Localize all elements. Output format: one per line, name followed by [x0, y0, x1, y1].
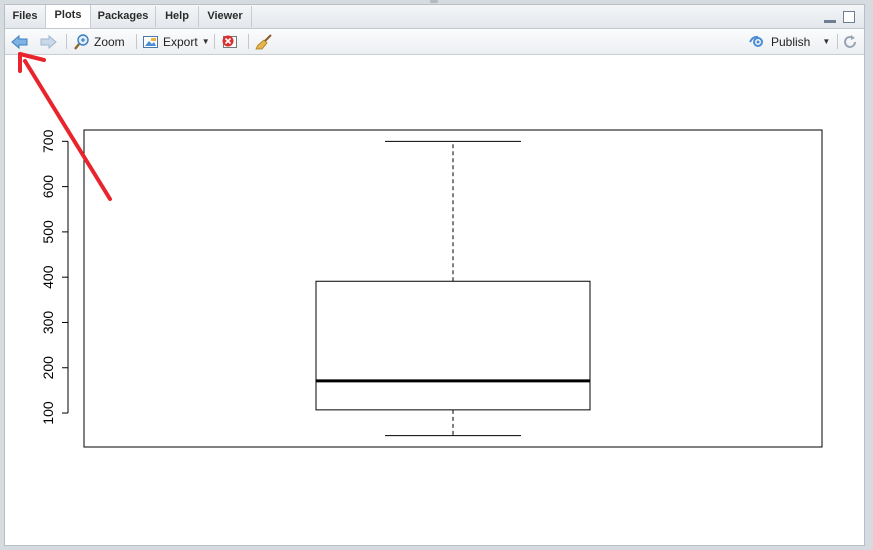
maximize-pane-icon[interactable]	[843, 11, 855, 23]
toolbar-separator	[66, 34, 67, 49]
chevron-down-icon: ▼	[201, 37, 210, 46]
zoom-icon	[74, 33, 89, 50]
y-tick-label: 500	[40, 220, 56, 244]
zoom-button[interactable]: Zoom	[74, 32, 125, 51]
export-label: Export	[163, 34, 198, 49]
pane-splitter-grip[interactable]	[430, 0, 438, 3]
toolbar-separator	[136, 34, 137, 49]
chevron-down-icon[interactable]: ▼	[822, 37, 830, 46]
publish-button[interactable]: Publish ▼	[749, 32, 830, 51]
y-tick-label: 300	[40, 311, 56, 335]
tab-viewer[interactable]: Viewer	[199, 6, 252, 27]
y-tick-label: 600	[40, 175, 56, 199]
y-tick-label: 100	[40, 401, 56, 425]
y-tick-label: 700	[40, 129, 56, 153]
minimize-pane-icon[interactable]	[824, 13, 836, 23]
pane-tab-bar: Files Plots Packages Help Viewer	[5, 5, 864, 29]
plots-pane: Files Plots Packages Help Viewer Zoom Ex…	[4, 4, 865, 546]
forward-button[interactable]	[39, 32, 57, 51]
toolbar-separator	[248, 34, 249, 49]
plot-viewer: 100 200 300 400 500 600 700	[5, 55, 864, 545]
tab-plots[interactable]: Plots	[45, 5, 91, 28]
export-button[interactable]: Export ▼	[143, 32, 210, 51]
plots-toolbar: Zoom Export ▼ Publish ▼	[5, 29, 864, 55]
remove-plot-icon	[222, 35, 237, 48]
forward-arrow-icon	[40, 34, 57, 49]
back-button[interactable]	[11, 32, 29, 51]
toolbar-separator	[837, 34, 838, 49]
publish-label: Publish	[771, 34, 811, 49]
tab-packages[interactable]: Packages	[91, 6, 156, 27]
zoom-label: Zoom	[94, 34, 125, 49]
tab-help[interactable]: Help	[156, 6, 199, 27]
broom-icon	[255, 33, 272, 49]
tab-files[interactable]: Files	[5, 6, 46, 27]
refresh-icon	[844, 34, 856, 48]
iqr-box	[315, 280, 591, 411]
publish-icon	[749, 35, 763, 47]
refresh-button[interactable]	[842, 32, 858, 51]
remove-plot-button[interactable]	[221, 32, 239, 51]
boxplot-chart: 100 200 300 400 500 600 700	[40, 129, 823, 448]
toolbar-separator	[214, 34, 215, 49]
export-icon	[143, 35, 158, 48]
back-arrow-icon	[11, 34, 28, 49]
y-tick-label: 200	[40, 356, 56, 380]
y-tick-label: 400	[40, 265, 56, 289]
clear-all-plots-button[interactable]	[255, 32, 273, 51]
